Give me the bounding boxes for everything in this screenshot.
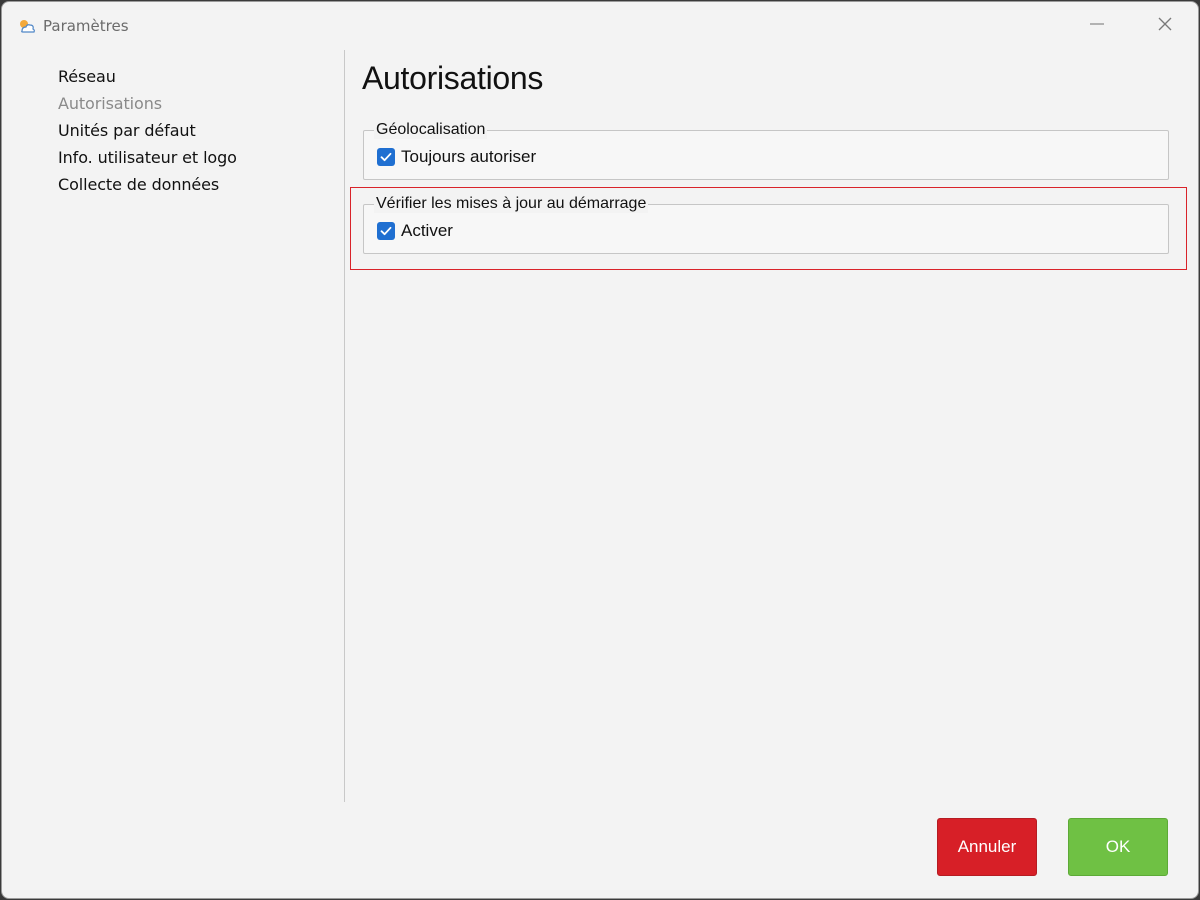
close-icon bbox=[1157, 16, 1173, 36]
sidebar-item-collecte[interactable]: Collecte de données bbox=[58, 175, 219, 194]
always-allow-label: Toujours autoriser bbox=[401, 147, 537, 166]
update-check-group: Vérifier les mises à jour au démarrage A… bbox=[363, 195, 1169, 254]
sidebar-item-unites[interactable]: Unités par défaut bbox=[58, 121, 196, 140]
geolocation-group: Géolocalisation Toujours autoriser bbox=[363, 121, 1169, 180]
close-button[interactable] bbox=[1142, 2, 1188, 50]
page-title: Autorisations bbox=[362, 60, 544, 96]
enable-updates-checkbox[interactable] bbox=[377, 222, 395, 240]
weather-app-icon bbox=[18, 18, 36, 36]
minimize-icon bbox=[1089, 16, 1105, 36]
checkmark-icon bbox=[380, 226, 392, 236]
ok-button[interactable]: OK bbox=[1068, 818, 1168, 876]
sidebar-item-reseau[interactable]: Réseau bbox=[58, 67, 116, 86]
minimize-button[interactable] bbox=[1074, 2, 1120, 50]
settings-sidebar: Réseau Autorisations Unités par défaut I… bbox=[2, 50, 344, 802]
sidebar-divider bbox=[344, 50, 345, 802]
title-bar[interactable]: Paramètres bbox=[2, 2, 1198, 50]
enable-updates-checkbox-row[interactable]: Activer bbox=[377, 221, 453, 241]
always-allow-checkbox[interactable] bbox=[377, 148, 395, 166]
enable-updates-label: Activer bbox=[401, 221, 453, 240]
checkmark-icon bbox=[380, 152, 392, 162]
always-allow-checkbox-row[interactable]: Toujours autoriser bbox=[377, 147, 536, 167]
settings-window: Paramètres Réseau Autorisations Unités p… bbox=[1, 1, 1199, 899]
sidebar-item-info-utilisateur[interactable]: Info. utilisateur et logo bbox=[58, 148, 237, 167]
sidebar-item-autorisations[interactable]: Autorisations bbox=[58, 94, 162, 113]
geolocation-group-legend: Géolocalisation bbox=[374, 121, 488, 139]
window-title: Paramètres bbox=[43, 17, 129, 35]
update-check-group-legend: Vérifier les mises à jour au démarrage bbox=[374, 195, 649, 213]
cancel-button[interactable]: Annuler bbox=[937, 818, 1037, 876]
